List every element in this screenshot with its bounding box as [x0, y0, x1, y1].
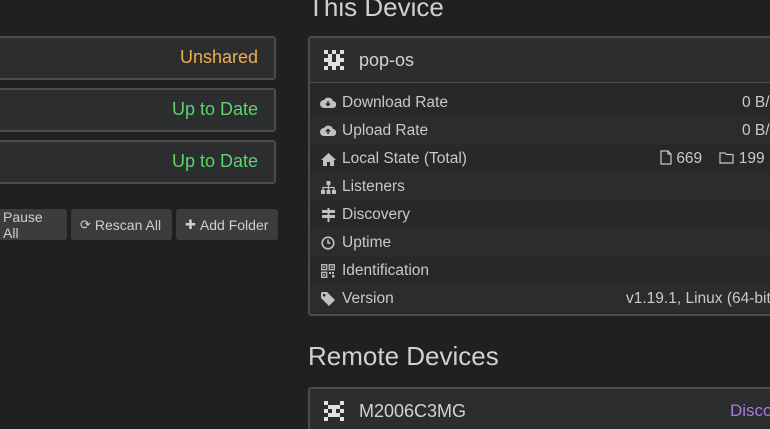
tag-icon [319, 292, 337, 306]
remote-device-header[interactable]: M2006C3MG Disconnected [310, 389, 770, 429]
device-info-table: Download Rate 0 B/s Upload Rate 0 B/s Lo… [310, 83, 770, 314]
row-label: Listeners [342, 178, 405, 195]
remote-devices-heading: Remote Devices [308, 341, 499, 371]
pause-all-button[interactable]: Pause All [0, 208, 67, 241]
add-folder-button[interactable]: ✚ Add Folder [176, 209, 278, 240]
remote-device-panel: M2006C3MG Disconnected [308, 387, 770, 429]
row-label: Upload Rate [342, 122, 429, 139]
device-identicon-icon [324, 50, 344, 70]
row-label: Download Rate [342, 94, 448, 111]
row-version: Version v1.19.1, Linux (64-bit) [310, 285, 770, 313]
row-upload-rate: Upload Rate 0 B/s [310, 117, 770, 145]
this-device-header[interactable]: pop-os [310, 38, 770, 83]
folder-panel-3[interactable]: Up to Date [0, 140, 276, 184]
file-icon [660, 150, 676, 167]
plus-icon: ✚ [185, 216, 196, 232]
folder-status: Unshared [179, 47, 258, 67]
sitemap-icon [319, 180, 337, 194]
this-device-heading: This Device [308, 0, 444, 22]
this-device-panel: pop-os Download Rate 0 B/s Upload Rate 0… [308, 36, 770, 316]
row-value: 0 B/s [742, 94, 770, 111]
folder-count: 199 [738, 150, 765, 167]
syncthing-dashboard: Unshared Up to Date Up to Date Pause All… [0, 0, 770, 429]
row-label: Discovery [342, 206, 411, 223]
row-discovery: Discovery [310, 201, 770, 229]
device-identicon-icon [324, 401, 344, 421]
pause-all-label: Pause All [3, 208, 43, 241]
folder-icon [719, 150, 738, 167]
add-folder-label: Add Folder [199, 216, 269, 233]
qrcode-icon [319, 264, 337, 278]
file-count: 669 [676, 150, 703, 167]
folder-panel-1[interactable]: Unshared [0, 36, 276, 80]
cloud-upload-icon [319, 125, 337, 137]
rescan-all-button[interactable]: ⟳ Rescan All [71, 209, 172, 240]
row-label: Version [342, 290, 394, 307]
rescan-all-label: Rescan All [94, 216, 162, 233]
folder-status: Up to Date [171, 151, 258, 171]
row-download-rate: Download Rate 0 B/s [310, 89, 770, 117]
row-value: v1.19.1, Linux (64-bit) [626, 290, 770, 307]
refresh-icon: ⟳ [80, 216, 91, 232]
folder-panel-2[interactable]: Up to Date [0, 88, 276, 132]
signpost-icon [319, 208, 337, 222]
row-uptime: Uptime [310, 229, 770, 257]
cloud-download-icon [319, 97, 337, 109]
local-state-counts: 669 199 [660, 150, 765, 168]
row-listeners: Listeners [310, 173, 770, 201]
row-label: Local State (Total) [342, 150, 467, 167]
row-identification: Identification [310, 257, 770, 285]
device-name: pop-os [359, 49, 415, 70]
remote-device-name: M2006C3MG [359, 400, 467, 421]
remote-device-status: Disconnected [730, 401, 770, 420]
row-label: Uptime [342, 234, 392, 251]
home-icon [319, 152, 337, 166]
row-value: 0 B/s [742, 122, 770, 139]
row-local-state: Local State (Total) 669 199 [310, 145, 770, 173]
clock-icon [319, 236, 337, 250]
folder-status: Up to Date [171, 99, 258, 119]
row-label: Identification [342, 262, 430, 279]
